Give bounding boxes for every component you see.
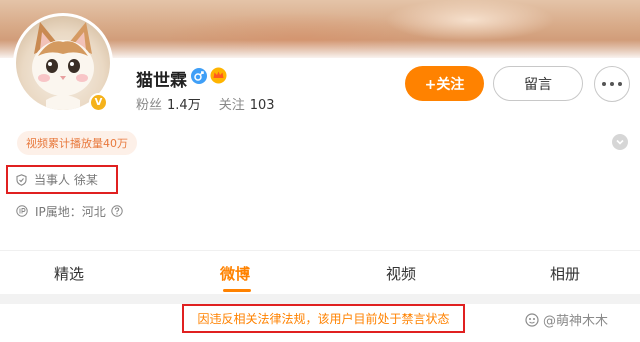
watermark-logo-icon — [525, 312, 539, 327]
tab-weibo[interactable]: 微博 — [220, 263, 250, 284]
watermark: @萌神木木 — [525, 310, 608, 329]
more-dots-icon — [610, 82, 614, 86]
following-label: 关注 — [218, 98, 245, 113]
ban-notice: 因违反相关法律法规，该用户目前处于禁言状态 — [182, 304, 465, 333]
more-options-button[interactable] — [594, 66, 630, 102]
more-dots-icon — [602, 82, 606, 86]
message-button[interactable]: 留言 — [493, 66, 583, 101]
profile-name: 猫世霖 — [136, 71, 187, 91]
chevron-down-icon[interactable] — [612, 134, 628, 150]
fans-label: 粉丝 — [136, 98, 163, 113]
vip-crown-icon — [210, 67, 227, 84]
follow-button[interactable]: +关注 — [405, 66, 484, 101]
party-info-highlight: 当事人 徐某 — [6, 165, 118, 194]
party-text: 当事人 徐某 — [34, 173, 98, 187]
profile-tabs: 精选 微博 视频 相册 — [0, 250, 640, 294]
male-icon — [191, 68, 207, 84]
ip-location-row: IP属地：河北 — [16, 202, 123, 220]
help-icon[interactable] — [111, 205, 123, 217]
tab-featured[interactable]: 精选 — [54, 263, 84, 284]
fans-count[interactable]: 1.4万 — [167, 98, 201, 113]
tab-video[interactable]: 视频 — [386, 263, 416, 284]
section-divider — [0, 294, 640, 304]
tab-album[interactable]: 相册 — [550, 263, 580, 284]
shield-icon — [16, 173, 27, 186]
verified-badge-icon: V — [89, 93, 108, 112]
watermark-text: @萌神木木 — [543, 314, 609, 329]
following-count[interactable]: 103 — [250, 98, 275, 113]
more-dots-icon — [618, 82, 622, 86]
views-tag: 视频累计播放量40万 — [17, 131, 137, 155]
ip-text: IP属地：河北 — [35, 204, 106, 219]
profile-stats: 粉丝 1.4万 关注 103 — [136, 94, 293, 113]
active-tab-indicator — [223, 289, 251, 292]
ip-location-icon — [16, 205, 28, 217]
